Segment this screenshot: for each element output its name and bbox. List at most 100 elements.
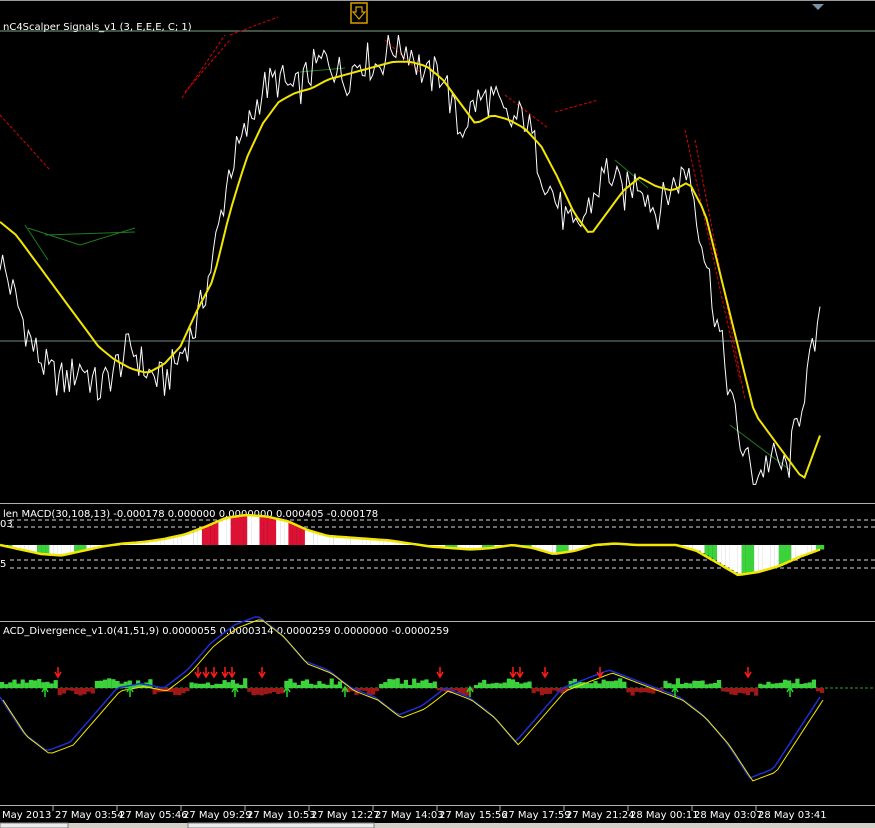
divergence-bar [774, 683, 779, 688]
macd-bar [778, 545, 783, 567]
divergence-bar [482, 679, 487, 688]
divergence-bar [795, 678, 800, 688]
macd-bar [251, 515, 256, 545]
divergence-bar [218, 683, 223, 688]
time-tick-label: 27 May 05:46 [119, 810, 188, 821]
signal-line-red [184, 39, 231, 93]
macd-bar [704, 545, 709, 556]
divergence-bar [321, 683, 326, 688]
bottom-scrollbar-segment-2[interactable] [187, 822, 375, 828]
time-axis: May 2013 27 May 03:5427 May 05:4627 May 0… [2, 806, 827, 821]
divergence-bar [276, 688, 281, 694]
divergence-bar [94, 680, 99, 688]
divergence-bar [296, 685, 301, 688]
divergence-bar [251, 688, 256, 696]
divergence-bar [432, 681, 437, 688]
macd-bar [284, 520, 289, 545]
macd-bar [49, 545, 54, 555]
divergence-bar [424, 679, 429, 688]
signal-line-green [79, 227, 136, 246]
divergence-bar [692, 680, 697, 688]
divergence-bar [618, 678, 623, 688]
divergence-bar [280, 688, 285, 694]
divergence-bar [511, 679, 516, 688]
bottom-scrollbar-segment-1[interactable] [0, 822, 69, 828]
divergence-bar [815, 688, 821, 692]
divergence-bar [684, 682, 689, 688]
macd-bar [243, 515, 248, 545]
time-tick-label: 27 May 15:56 [439, 810, 508, 821]
divergence-bar [733, 688, 738, 695]
divergence-bar [762, 684, 767, 688]
divergence-bar [239, 684, 244, 688]
signal-lines [0, 16, 791, 471]
divergence-bar [383, 682, 388, 688]
divergence-bar [523, 682, 528, 688]
divergence-bar [214, 683, 219, 688]
divergence-bar [626, 688, 631, 693]
divergence-bar [263, 688, 268, 695]
macd-bar [276, 518, 281, 545]
divergence-bar [358, 688, 363, 691]
divergence-bar [226, 682, 231, 688]
divergence-bar [111, 679, 116, 688]
macd-bar [749, 545, 755, 574]
divergence-bar [622, 681, 627, 688]
scroll-shift-icon[interactable] [812, 4, 824, 10]
divergence-bar [770, 683, 775, 688]
time-tick-label: 28 May 00:11 [630, 810, 699, 821]
macd-bar [210, 524, 215, 545]
divergence-bar [412, 678, 417, 688]
divergence-bar [791, 683, 796, 688]
divergence-bar [502, 682, 507, 688]
signal-line-green [27, 227, 81, 246]
divergence-bar [259, 688, 264, 696]
macd-bar [770, 545, 775, 569]
divergence-bar [436, 688, 441, 691]
divergence-bar [506, 678, 511, 688]
macd-bar [218, 521, 223, 545]
divergence-bar [74, 688, 79, 695]
macd-bar [37, 545, 42, 554]
macd-indicator-label: len MACD(30,108,13) -0.000178 0.000000 0… [3, 509, 378, 520]
divergence-bar [646, 688, 652, 693]
divergence-bar [185, 688, 190, 692]
macd-bar [292, 523, 297, 545]
divergence-bar [399, 683, 404, 688]
macd-bar [263, 516, 268, 545]
divergence-bar [527, 681, 532, 688]
divergence-bar [712, 682, 718, 688]
divergence-bar [267, 688, 272, 694]
divergence-bar [0, 682, 5, 688]
macd-bar [214, 522, 219, 545]
signal-line-green [44, 231, 136, 236]
divergence-bar [473, 685, 479, 688]
divergence-bar [675, 678, 680, 688]
divergence-bar [403, 679, 408, 688]
divergence-bar [700, 680, 705, 688]
macd-bar [712, 545, 718, 561]
macd-bar [247, 515, 252, 545]
divergence-bar [173, 688, 178, 695]
macd-bar [729, 545, 734, 570]
macd-bar [230, 517, 235, 545]
macd-bar [754, 545, 759, 573]
macd-bar [552, 545, 557, 554]
divergence-bar [98, 680, 104, 688]
divergence-bar [729, 688, 734, 695]
macd-bar [700, 545, 705, 554]
arrow-down-icon [221, 667, 229, 679]
divergence-bar [370, 688, 376, 695]
divergence-bar [634, 688, 639, 692]
divergence-bar [247, 688, 252, 692]
divergence-bar [605, 681, 610, 688]
signal-line-red [0, 114, 51, 171]
time-tick-label: 27 May 12:27 [311, 810, 380, 821]
macd-bar [280, 519, 285, 545]
macd-bar [45, 545, 50, 555]
divergence-bar [494, 682, 499, 688]
divergence-bar [609, 681, 614, 688]
bottom-scrollbar[interactable] [0, 823, 875, 828]
macd-bar [189, 532, 194, 545]
macd-bar [181, 535, 186, 545]
